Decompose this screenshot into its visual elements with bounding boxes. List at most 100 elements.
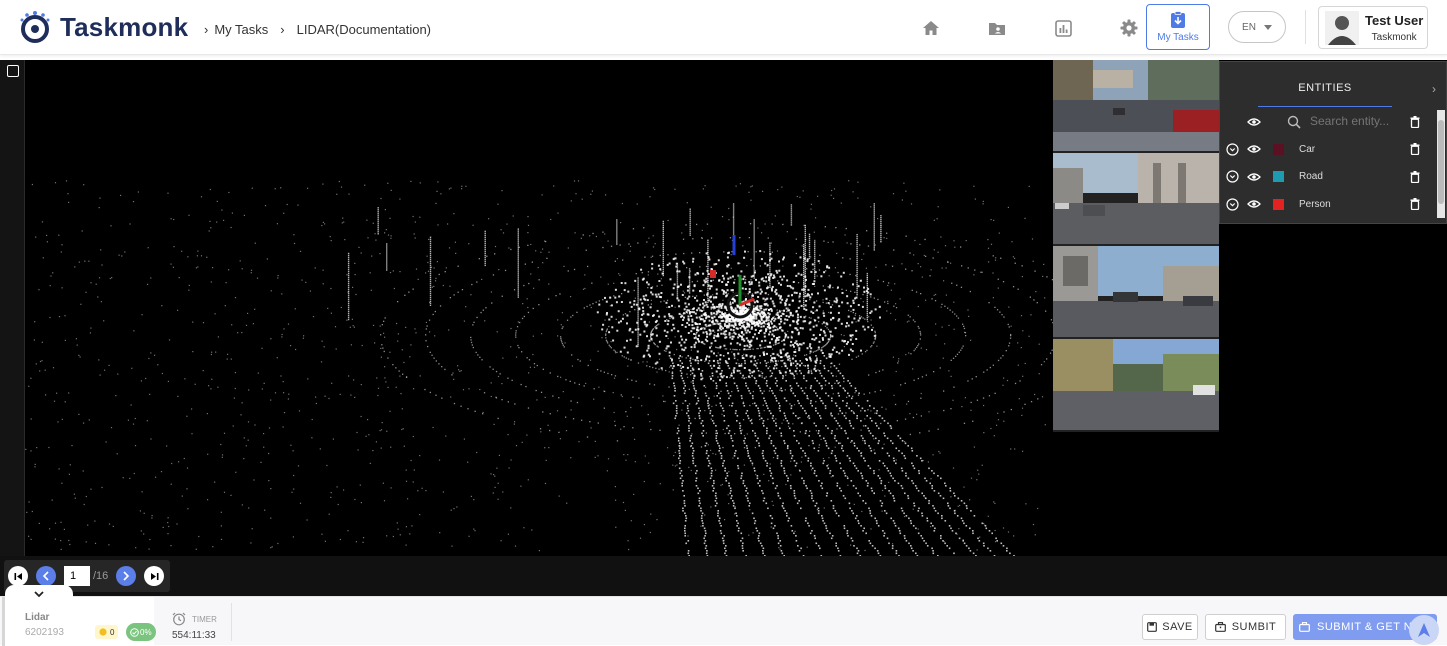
my-tasks-nav-button[interactable]: My Tasks	[1146, 4, 1210, 50]
point	[514, 421, 515, 422]
point	[650, 336, 651, 337]
point	[983, 372, 984, 373]
point	[819, 383, 821, 385]
point	[728, 485, 730, 487]
point	[697, 360, 698, 361]
reports-nav-button[interactable]	[1030, 12, 1096, 44]
point	[995, 541, 996, 542]
point	[813, 390, 815, 392]
point	[723, 375, 725, 377]
point	[666, 307, 667, 308]
point	[713, 360, 715, 362]
point	[809, 345, 811, 347]
point	[728, 433, 730, 435]
point	[693, 450, 695, 452]
point	[57, 421, 58, 422]
lidar-viewer[interactable]: /16	[0, 60, 1447, 596]
point	[406, 545, 407, 546]
point	[188, 215, 189, 216]
point	[67, 193, 68, 194]
point	[746, 332, 748, 334]
point	[684, 385, 686, 387]
point	[1003, 527, 1004, 528]
point	[142, 314, 143, 315]
point	[834, 383, 835, 384]
point	[379, 253, 380, 254]
point	[1002, 355, 1003, 356]
point	[61, 549, 62, 550]
point	[231, 227, 232, 228]
point	[831, 453, 833, 455]
point	[669, 315, 671, 317]
point	[562, 343, 563, 344]
point	[700, 318, 702, 320]
point	[716, 371, 718, 373]
point	[783, 419, 784, 420]
point	[152, 515, 153, 516]
point	[956, 315, 957, 316]
point-cloud-canvas[interactable]	[25, 60, 1053, 556]
point	[811, 498, 813, 500]
point	[633, 494, 634, 495]
point	[793, 533, 795, 535]
point	[83, 423, 84, 424]
point	[533, 288, 534, 289]
point	[853, 463, 855, 465]
point	[823, 302, 824, 303]
user-menu[interactable]: Test User Taskmonk	[1318, 6, 1428, 49]
point	[863, 458, 865, 460]
point	[754, 358, 756, 360]
home-nav-button[interactable]	[898, 12, 964, 44]
point	[953, 302, 954, 303]
point	[723, 293, 725, 295]
select-all-checkbox[interactable]	[7, 65, 19, 77]
point	[715, 263, 717, 265]
point	[246, 445, 247, 446]
point	[772, 373, 774, 375]
folder-nav-button[interactable]	[964, 12, 1030, 44]
point	[810, 533, 812, 535]
point	[797, 400, 799, 402]
point	[792, 344, 794, 346]
point	[768, 294, 769, 295]
point	[914, 350, 915, 351]
point	[879, 478, 881, 480]
breadcrumb-my-tasks[interactable]: My Tasks	[214, 22, 268, 37]
point	[540, 428, 541, 429]
point	[868, 430, 870, 432]
logo[interactable]: Taskmonk	[18, 10, 188, 44]
point	[607, 470, 608, 471]
point	[740, 365, 742, 367]
point	[705, 331, 707, 333]
point	[734, 508, 736, 510]
point	[688, 355, 690, 357]
point	[688, 420, 690, 422]
point	[632, 331, 634, 333]
point	[177, 396, 178, 397]
point	[766, 353, 768, 355]
point	[755, 365, 757, 367]
point	[426, 328, 427, 329]
point	[775, 215, 776, 216]
point	[133, 201, 134, 202]
point	[731, 268, 732, 269]
point	[903, 513, 905, 515]
point	[269, 427, 270, 428]
point	[767, 385, 769, 387]
point	[956, 534, 957, 535]
breadcrumb-current[interactable]: LIDAR(Documentation)	[297, 22, 431, 37]
point	[707, 315, 709, 317]
point	[806, 354, 807, 355]
language-select[interactable]: EN	[1228, 11, 1286, 43]
point	[715, 425, 717, 427]
point	[241, 332, 242, 333]
point	[916, 347, 917, 348]
point	[427, 346, 428, 347]
point	[702, 273, 704, 275]
point	[868, 465, 870, 467]
point	[702, 425, 704, 427]
point	[512, 380, 513, 381]
point	[688, 553, 690, 555]
point	[283, 381, 284, 382]
point	[542, 194, 543, 195]
